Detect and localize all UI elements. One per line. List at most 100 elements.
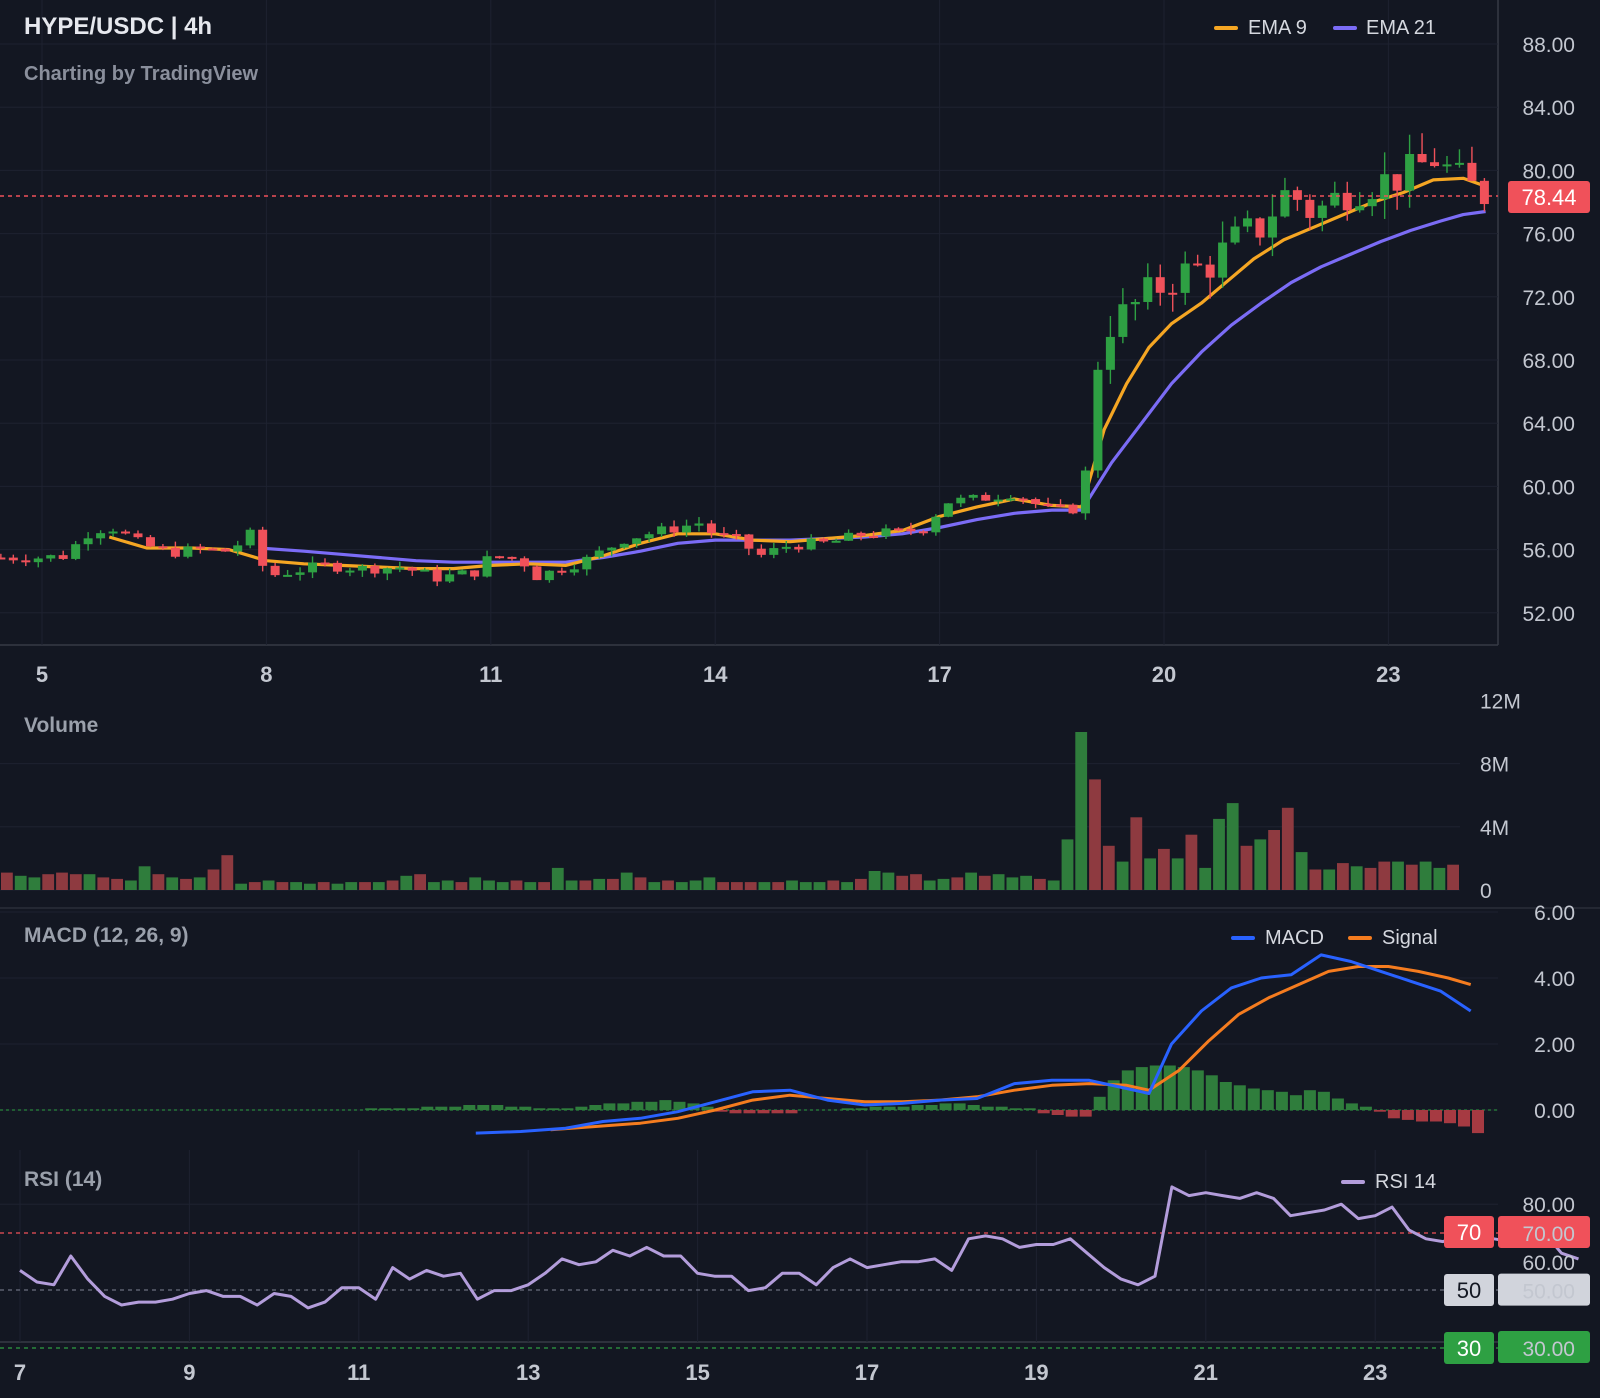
macd-hist-bar [1079, 1110, 1092, 1117]
volume-bar [56, 872, 68, 890]
rsi-legend-swatch [1341, 1180, 1365, 1184]
macd-hist-bar [1261, 1090, 1274, 1110]
macd-hist-bar [393, 1108, 406, 1110]
volume-bar [125, 880, 137, 890]
price-x-tick: 20 [1152, 662, 1176, 687]
macd-hist-bar [1373, 1110, 1386, 1112]
macd-hist-bar [547, 1108, 560, 1110]
rsi-y-tick: 80.00 [1522, 1194, 1575, 1217]
volume-bar [923, 880, 936, 890]
volume-bar [331, 883, 344, 890]
volume-bar [317, 882, 330, 890]
rsi-tag-50: 50 [1457, 1278, 1481, 1303]
volume-bar [28, 877, 41, 890]
macd-hist-bar [435, 1106, 448, 1110]
volume-bar [1226, 803, 1239, 890]
volume-bar [180, 878, 192, 890]
volume-bar [97, 877, 110, 890]
volume-bar [42, 874, 55, 890]
price-x-tick: 17 [927, 662, 951, 687]
rsi-legend-label: RSI 14 [1375, 1171, 1436, 1193]
macd-y-tick: 0.00 [1534, 1100, 1575, 1123]
candle [258, 526, 268, 572]
macd-hist-bar [1387, 1110, 1400, 1119]
ema21-legend-label: EMA 21 [1366, 17, 1436, 39]
macd-hist-bar [1331, 1098, 1344, 1110]
volume-bar [648, 882, 661, 890]
signal-legend-label: Signal [1382, 927, 1438, 949]
price-x-tick: 23 [1376, 662, 1400, 687]
attribution: Charting by TradingView [24, 63, 259, 85]
volume-bar [414, 874, 426, 890]
volume-bar [304, 883, 316, 890]
volume-bar [1, 872, 13, 890]
volume-bar [1034, 878, 1046, 890]
macd-hist-bar [883, 1106, 896, 1110]
volume-bar [262, 880, 275, 890]
volume-bar [855, 878, 867, 890]
volume-bar [841, 882, 853, 890]
macd-hist-bar [841, 1108, 854, 1110]
macd-hist-bar [1303, 1090, 1316, 1110]
macd-hist-bar [771, 1110, 784, 1114]
volume-bar [675, 882, 688, 890]
macd-hist-bar [575, 1106, 588, 1110]
volume-bar [1254, 839, 1267, 890]
macd-hist-bar [869, 1106, 882, 1110]
macd-hist-bar [603, 1103, 616, 1110]
macd-hist-bar [533, 1108, 546, 1110]
macd-hist-bar [1458, 1110, 1470, 1127]
macd-hist-bar [449, 1106, 462, 1110]
volume-bar [166, 877, 179, 890]
volume-bar [1089, 779, 1101, 890]
macd-hist-bar [1430, 1110, 1442, 1122]
signal-legend-swatch [1348, 936, 1372, 940]
volume-bar [248, 882, 261, 890]
volume-bar [207, 869, 220, 890]
rsi-y-tick: 60.00 [1522, 1252, 1575, 1275]
volume-bar [1447, 864, 1459, 890]
ema21-legend-swatch [1333, 26, 1357, 30]
macd-hist-bar [925, 1105, 938, 1110]
volume-bar [69, 874, 82, 890]
macd-hist-bar [1416, 1110, 1428, 1122]
volume-bar [607, 878, 619, 890]
volume-bar [1047, 880, 1060, 890]
volume-bar [1281, 807, 1294, 890]
volume-bar [510, 880, 523, 890]
macd-hist-bar [1219, 1082, 1232, 1110]
volume-bar [1337, 863, 1349, 890]
volume-bar [111, 878, 123, 890]
volume-bar [813, 882, 826, 890]
volume-bar [1116, 861, 1129, 890]
volume-bar [152, 874, 165, 890]
macd-hist-bar [379, 1108, 392, 1110]
price-y-tick: 84.00 [1522, 97, 1575, 120]
candle [532, 565, 542, 581]
price-y-tick: 80.00 [1522, 160, 1575, 183]
macd-hist-bar [743, 1110, 756, 1114]
volume-bar [758, 882, 771, 890]
volume-bar [1213, 818, 1225, 890]
rsi-tag-70: 70 [1457, 1220, 1481, 1245]
volume-bar [1144, 858, 1156, 890]
volume-bar [221, 855, 234, 890]
volume-bar [1295, 852, 1308, 890]
macd-hist-bar [981, 1106, 994, 1110]
volume-bar [276, 882, 289, 890]
last-price-label: 78.44 [1521, 185, 1576, 210]
macd-hist-bar [365, 1108, 378, 1110]
last-price-tag: 78.44 [1508, 181, 1590, 213]
macd-hist-bar [659, 1100, 672, 1110]
macd-hist-bar [631, 1101, 644, 1111]
macd-hist-bar [967, 1105, 980, 1110]
macd-hist-bar [1472, 1110, 1484, 1134]
macd-y-tick: 4.00 [1534, 968, 1575, 991]
macd-hist-bar [1444, 1110, 1456, 1124]
volume-bar [868, 871, 881, 890]
volume-bar [910, 874, 922, 890]
volume-bar [882, 872, 895, 890]
volume-y-tick: 4M [1480, 817, 1509, 840]
macd-y-tick: 2.00 [1534, 1034, 1575, 1057]
macd-hist-bar [855, 1108, 868, 1110]
